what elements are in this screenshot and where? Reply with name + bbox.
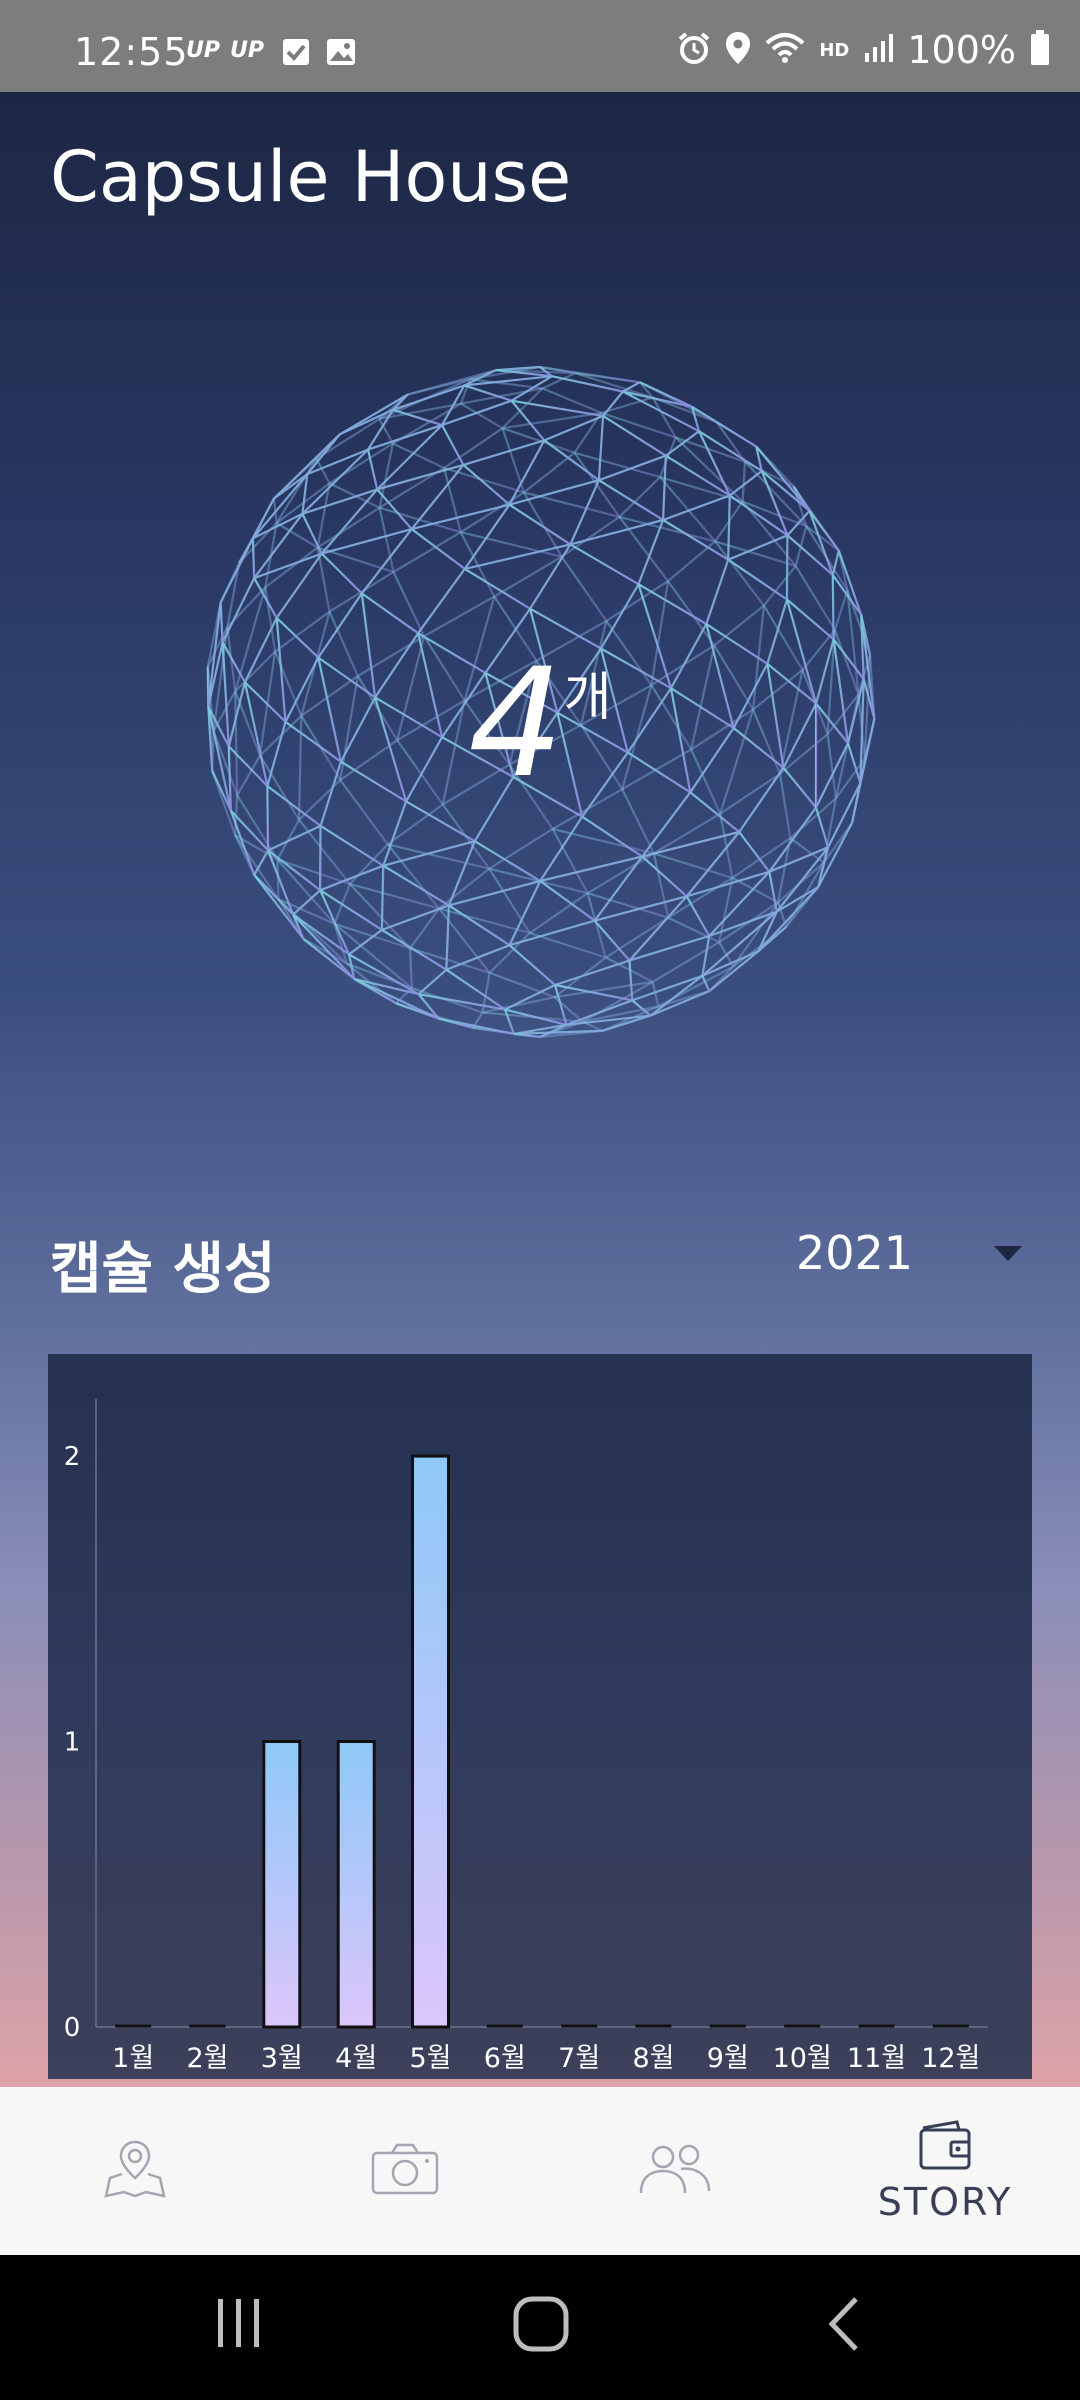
year-dropdown[interactable]: 2021	[796, 1226, 913, 1280]
nav-story-button[interactable]: STORY	[810, 2087, 1080, 2255]
x-tick-label: 12월	[921, 2043, 980, 2074]
battery-icon	[1030, 30, 1050, 70]
battery-percent: 100%	[907, 28, 1016, 72]
location-icon	[725, 31, 751, 69]
bar-5	[411, 1454, 450, 2029]
people-icon	[637, 2141, 713, 2201]
nav-story-label: STORY	[877, 2180, 1013, 2224]
bar-3	[262, 1740, 302, 2029]
status-right: HD 100%	[677, 28, 1050, 72]
nav-map-button[interactable]	[0, 2087, 270, 2255]
y-tick-label: 0	[64, 2013, 81, 2043]
capsule-count: 4개	[0, 637, 1080, 811]
up-chip-2: UP	[230, 38, 264, 63]
alarm-icon	[677, 31, 711, 69]
capsule-count-unit: 개	[563, 668, 612, 728]
capsule-count-number: 4	[468, 637, 564, 811]
bar-chart-svg: 0 1 2 1월 2월 3월 4월 5월 6월 7월 8월 9월 10월 11월 12월	[64, 1399, 988, 2074]
x-tick-label: 4월	[335, 2043, 377, 2074]
image-icon	[326, 38, 356, 70]
map-pin-icon	[104, 2138, 166, 2204]
year-dropdown-caret-icon[interactable]	[994, 1246, 1022, 1261]
section-title: 캡슐 생성	[50, 1237, 276, 1302]
system-nav-bar	[0, 2255, 1080, 2400]
x-tick-label: 8월	[632, 2043, 674, 2074]
wallet-icon	[917, 2118, 973, 2176]
check-box-icon	[282, 38, 310, 70]
x-tick-label: 2월	[186, 2043, 228, 2074]
status-bar: 12:55 UP UP HD 100%	[0, 0, 1080, 92]
bar-4	[336, 1740, 376, 2029]
x-tick-label: 5월	[409, 2043, 451, 2074]
recent-apps-icon[interactable]	[214, 2295, 264, 2355]
nav-friends-button[interactable]	[540, 2087, 810, 2255]
back-icon[interactable]	[826, 2295, 862, 2357]
x-tick-label: 9월	[707, 2043, 749, 2074]
y-tick-label: 1	[64, 1728, 81, 1758]
hd-voice-icon: HD	[819, 39, 850, 61]
home-icon[interactable]	[512, 2295, 570, 2357]
bottom-nav: STORY	[0, 2087, 1080, 2255]
x-tick-label: 10월	[773, 2043, 832, 2074]
nav-camera-button[interactable]	[270, 2087, 540, 2255]
screen: 12:55 UP UP HD 100% Capsule House 4개 캡슐 …	[0, 0, 1080, 2400]
x-tick-label: 7월	[558, 2043, 600, 2074]
app-title: Capsule House	[50, 136, 572, 218]
wifi-icon	[765, 31, 805, 69]
up-chip-1: UP	[186, 38, 220, 63]
x-tick-label: 6월	[484, 2043, 526, 2074]
signal-icon	[863, 33, 894, 67]
x-tick-label: 11월	[847, 2043, 906, 2074]
y-tick-label: 2	[64, 1442, 81, 1472]
x-tick-label: 1월	[112, 2043, 154, 2074]
x-tick-label: 3월	[261, 2043, 303, 2074]
status-time: 12:55	[74, 30, 189, 74]
camera-icon	[370, 2141, 440, 2201]
app-screen: Capsule House 4개 캡슐 생성 2021 0 1 2 1월 2월 3월 4월 5…	[0, 92, 1080, 2087]
capsule-chart: 0 1 2 1월 2월 3월 4월 5월 6월 7월 8월 9월 10월 11월 12월	[48, 1354, 1032, 2079]
